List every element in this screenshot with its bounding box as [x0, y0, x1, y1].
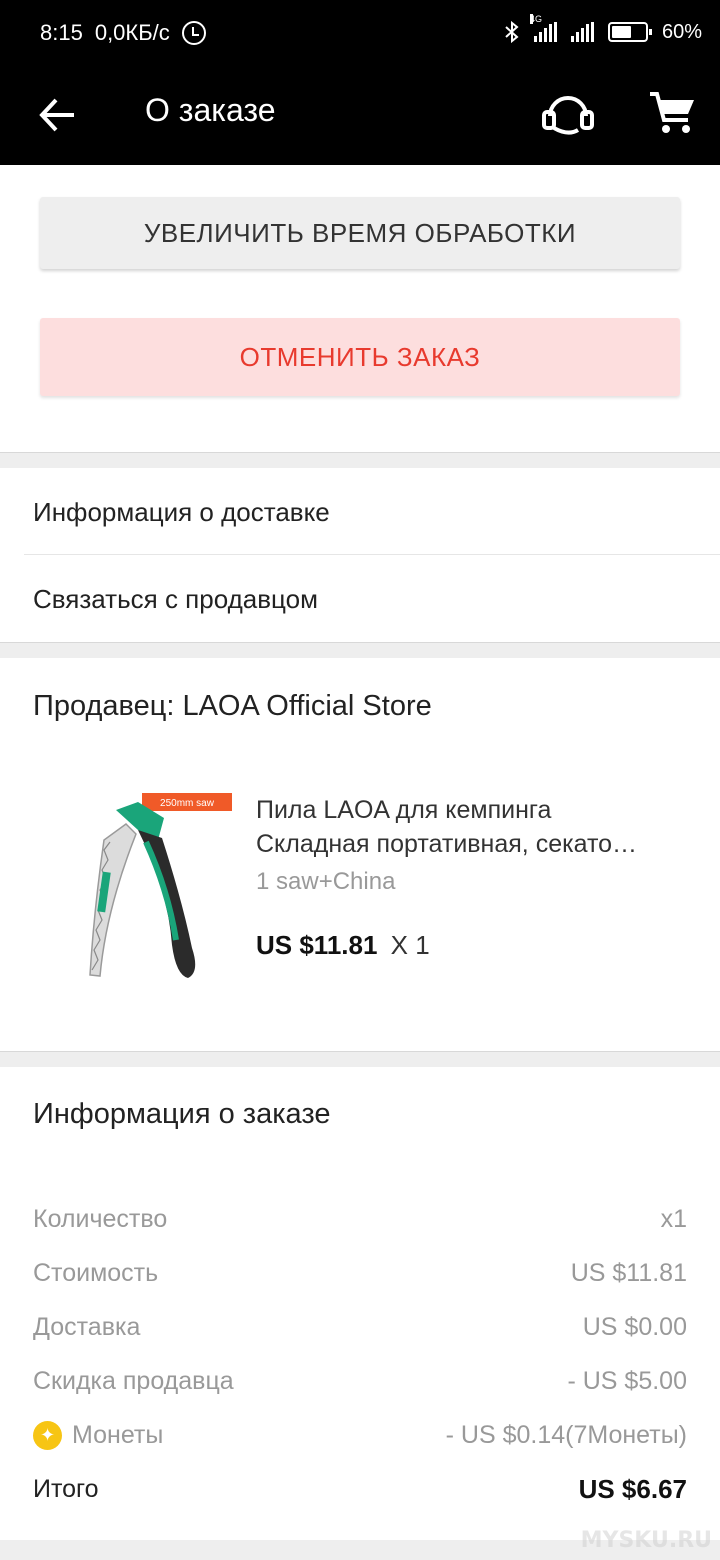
row-label: Доставка: [33, 1312, 141, 1341]
order-row-shipping: Доставка US $0.00: [33, 1310, 687, 1344]
shipping-info-item[interactable]: Информация о доставке: [0, 469, 720, 555]
watermark: MYSKU.RU: [580, 1528, 712, 1553]
row-value: - US $0.14(7Монеты): [445, 1420, 687, 1449]
page-title: О заказе: [145, 92, 276, 128]
order-row-seller-discount: Скидка продавца - US $5.00: [33, 1364, 687, 1398]
status-bar: 8:15 0,0КБ/с 4G 60%: [0, 0, 720, 70]
battery-percent: 60%: [661, 20, 702, 43]
signal-4g-icon: 4G: [529, 14, 557, 42]
product-variant: 1 saw+China: [256, 868, 396, 895]
row-value: US $0.00: [582, 1312, 687, 1341]
headset-icon[interactable]: [538, 84, 598, 144]
section-separator: [0, 452, 720, 468]
order-row-cost: Стоимость US $11.81: [33, 1256, 687, 1290]
seller-name[interactable]: Продавец: LAOA Official Store: [33, 690, 432, 723]
product-title-line-2: Складная портативная, секато…: [256, 830, 638, 858]
cancel-order-button[interactable]: ОТМЕНИТЬ ЗАКАЗ: [40, 318, 680, 396]
row-value: US $6.67: [578, 1473, 687, 1504]
bluetooth-icon: [505, 20, 519, 44]
row-label: Монеты: [72, 1420, 164, 1449]
product-badge: 250mm saw: [160, 798, 215, 809]
coin-icon: [33, 1420, 62, 1450]
product-image[interactable]: 250mm saw: [76, 790, 236, 985]
order-row-total: Итого US $6.67: [33, 1472, 687, 1506]
coins-label: Монеты: [33, 1420, 164, 1450]
product-title[interactable]: Пила LAOA для кемпинга Складная портатив…: [256, 793, 686, 861]
product-quantity: X 1: [390, 930, 430, 960]
status-right: 4G 60%: [504, 14, 702, 44]
row-value: x1: [660, 1204, 687, 1233]
order-row-coins: Монеты - US $0.14(7Монеты): [33, 1418, 687, 1452]
contact-seller-item[interactable]: Связаться с продавцом: [0, 556, 720, 642]
row-label: Стоимость: [33, 1258, 159, 1287]
app-header: О заказе: [0, 70, 720, 165]
battery-fill: [611, 26, 631, 38]
status-time: 8:15: [40, 20, 83, 45]
alarm-icon: [181, 21, 206, 45]
divider: [24, 554, 720, 555]
product-price: US $11.81: [256, 930, 378, 960]
row-label: Скидка продавца: [33, 1366, 234, 1395]
status-left: 8:15 0,0КБ/с: [40, 20, 206, 46]
row-value: - US $5.00: [567, 1366, 687, 1395]
order-row-quantity: Количество x1: [33, 1202, 687, 1236]
status-speed: 0,0КБ/с: [94, 20, 170, 45]
row-label: Количество: [33, 1204, 168, 1233]
arrow-left-icon[interactable]: [34, 90, 84, 140]
product-price-row: US $11.81 X 1: [256, 930, 430, 961]
section-separator: [0, 1051, 720, 1067]
row-label: Итого: [33, 1474, 99, 1503]
cart-icon[interactable]: [646, 86, 698, 138]
order-info-title: Информация о заказе: [33, 1098, 331, 1130]
battery-icon: [607, 22, 652, 42]
signal-icon: [570, 22, 594, 42]
section-separator: [0, 642, 720, 658]
row-value: US $11.81: [570, 1258, 687, 1287]
extend-processing-time-button[interactable]: УВЕЛИЧИТЬ ВРЕМЯ ОБРАБОТКИ: [40, 197, 680, 269]
product-title-line-1: Пила LAOA для кемпинга: [256, 796, 552, 824]
